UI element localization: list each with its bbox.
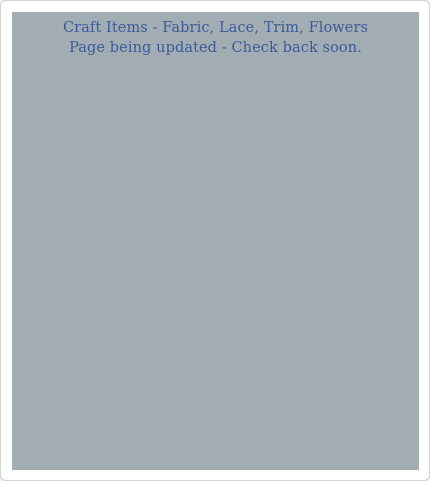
page-heading: Craft Items - Fabric, Lace, Trim, Flower…	[62, 20, 369, 36]
content-panel: Craft Items - Fabric, Lace, Trim, Flower…	[12, 12, 419, 470]
update-message: Page being updated - Check back soon.	[69, 40, 362, 56]
update-notice: Craft Items - Fabric, Lace, Trim, Flower…	[12, 18, 419, 58]
page-frame: Craft Items - Fabric, Lace, Trim, Flower…	[0, 0, 430, 481]
